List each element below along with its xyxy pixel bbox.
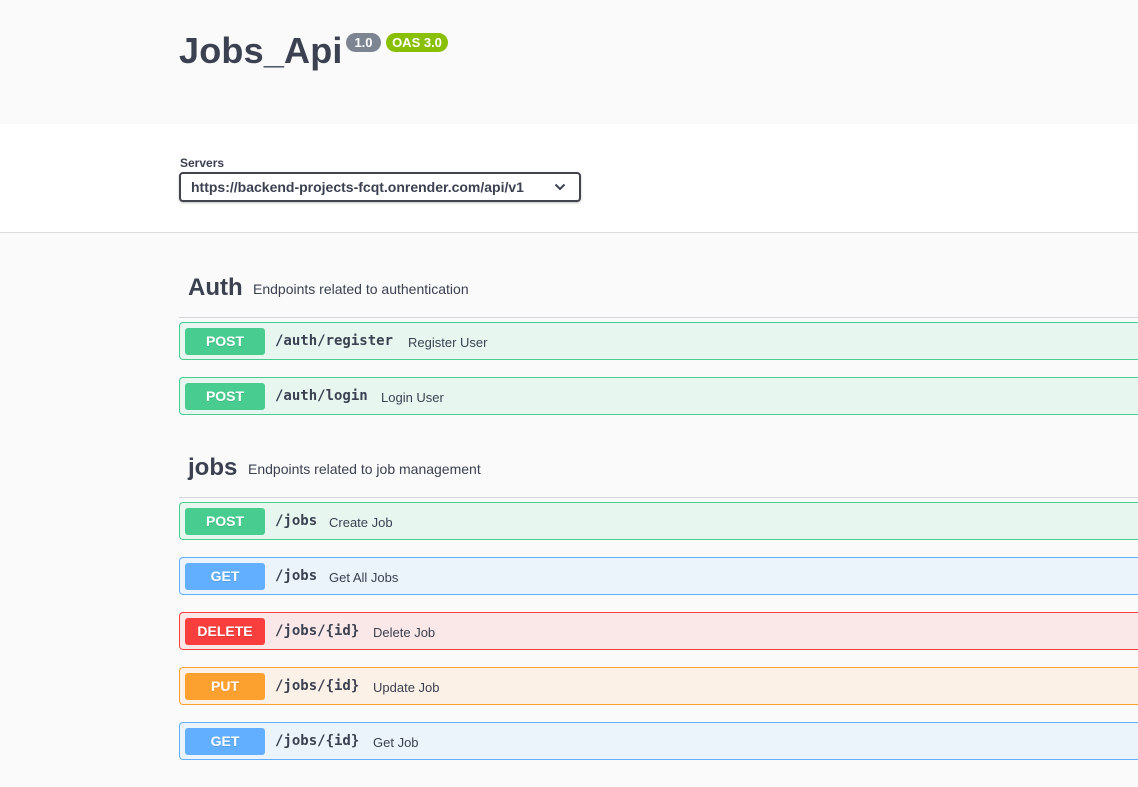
servers-section: Servers https://backend-projects-fcqt.on… [0,124,1138,233]
tag-auth[interactable]: Auth Endpoints related to authentication [179,257,1138,318]
method-badge: PUT [185,673,265,700]
operation-summary: Create Job [329,515,393,530]
tag-name: Auth [188,274,243,301]
operation-summary: Delete Job [373,625,436,640]
operation-row[interactable]: PUT /jobs/{id} Update Job [179,667,1138,705]
server-select-value: https://backend-projects-fcqt.onrender.c… [191,179,524,195]
chevron-down-icon [554,183,566,191]
info-header: Jobs_Api 1.0 OAS 3.0 [0,0,1138,124]
operation-summary: Get Job [373,735,419,750]
tag-description: Endpoints related to authentication [253,281,469,297]
operation-row[interactable]: POST /auth/register Register User [179,322,1138,360]
operation-path: /jobs [275,513,318,529]
version-badge: 1.0 [346,33,381,52]
method-badge: POST [185,508,265,535]
operation-path: /jobs/{id} [275,678,360,694]
operation-row[interactable]: GET /jobs Get All Jobs [179,557,1138,595]
operation-summary: Get All Jobs [329,570,399,585]
method-badge: POST [185,328,265,355]
operation-summary: Update Job [373,680,440,695]
tag-description: Endpoints related to job management [248,461,481,477]
operation-row[interactable]: DELETE /jobs/{id} Delete Job [179,612,1138,650]
operation-row[interactable]: POST /auth/login Login User [179,377,1138,415]
operation-summary: Register User [408,335,488,350]
operation-path: /jobs/{id} [275,623,360,639]
method-badge: GET [185,728,265,755]
server-select[interactable]: https://backend-projects-fcqt.onrender.c… [179,172,581,202]
operation-summary: Login User [381,390,444,405]
operation-path: /auth/login [275,388,368,404]
operation-path: /jobs [275,568,318,584]
servers-label: Servers [180,156,225,170]
operation-path: /jobs/{id} [275,733,360,749]
oas-badge: OAS 3.0 [386,33,448,52]
tag-jobs[interactable]: jobs Endpoints related to job management [179,437,1138,498]
method-badge: POST [185,383,265,410]
operation-row[interactable]: POST /jobs Create Job [179,502,1138,540]
method-badge: DELETE [185,618,265,645]
method-badge: GET [185,563,265,590]
tag-name: jobs [188,454,238,481]
operation-row[interactable]: GET /jobs/{id} Get Job [179,722,1138,760]
operation-path: /auth/register [275,333,394,349]
api-title: Jobs_Api [179,30,343,71]
